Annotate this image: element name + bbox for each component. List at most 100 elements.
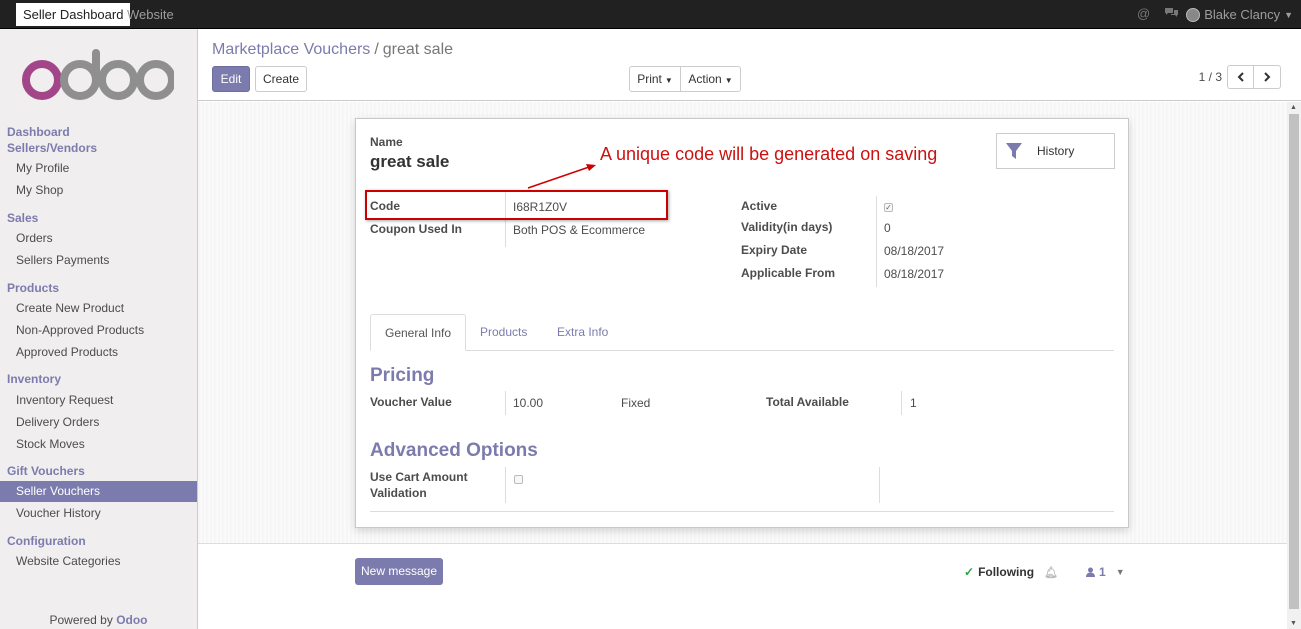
cart-validation-label-line2: Validation <box>370 486 427 500</box>
sidebar-item-seller-vouchers[interactable]: Seller Vouchers <box>0 481 197 502</box>
validity-field[interactable]: 0 <box>884 221 891 235</box>
app-website[interactable]: Website <box>120 3 181 26</box>
sidebar-item-sellers-payments[interactable]: Sellers Payments <box>0 250 197 271</box>
notebook-tabs: General Info Products Extra Info <box>370 314 1114 351</box>
scroll-down-icon[interactable]: ▼ <box>1290 620 1297 627</box>
action-dropdown[interactable]: Action ▼ <box>680 66 741 92</box>
sidebar-heading-sellers[interactable]: Sellers/Vendors <box>7 141 97 155</box>
breadcrumb: Marketplace Vouchers / great sale <box>212 41 453 59</box>
sidebar-item-orders[interactable]: Orders <box>0 228 197 249</box>
user-icon <box>1086 567 1095 577</box>
coupon-used-field[interactable]: Both POS & Ecommerce <box>513 223 645 237</box>
tab-general-info[interactable]: General Info <box>370 314 467 351</box>
bell-icon[interactable]: 🔔︎ <box>1044 566 1058 579</box>
sidebar-heading-sales[interactable]: Sales <box>7 211 38 225</box>
applicable-from-label: Applicable From <box>741 266 836 280</box>
voucher-value-field[interactable]: 10.00 <box>513 396 543 410</box>
field-divider <box>901 391 902 415</box>
pager-previous-button[interactable] <box>1227 65 1254 89</box>
sidebar-heading-configuration[interactable]: Configuration <box>7 534 86 548</box>
code-highlight-box <box>365 190 668 220</box>
history-button[interactable]: History <box>996 133 1115 169</box>
cart-validation-label-line1: Use Cart Amount <box>370 470 468 484</box>
sidebar-item-my-profile[interactable]: My Profile <box>0 158 197 179</box>
name-label: Name <box>370 135 403 149</box>
user-name: Blake Clancy <box>1204 7 1281 22</box>
followers-count: 1 <box>1099 565 1106 579</box>
advanced-options-title: Advanced Options <box>370 440 538 461</box>
form-sheet: Name great sale History Code I68R1Z0V Co… <box>355 118 1129 528</box>
edit-button[interactable]: Edit <box>212 66 250 92</box>
total-available-label: Total Available <box>766 395 849 409</box>
new-message-button[interactable]: New message <box>355 558 443 585</box>
powered-by-text: Powered by <box>49 613 113 627</box>
check-icon: ✓ <box>964 565 975 579</box>
sidebar-item-delivery-orders[interactable]: Delivery Orders <box>0 412 197 433</box>
sidebar-heading-dashboard[interactable]: Dashboard <box>7 125 70 139</box>
following-label: Following <box>978 565 1035 579</box>
field-divider <box>876 196 877 287</box>
history-label: History <box>1037 144 1075 158</box>
print-dropdown[interactable]: Print ▼ <box>629 66 681 92</box>
filter-icon <box>1006 143 1022 159</box>
expiry-date-field[interactable]: 08/18/2017 <box>884 244 944 258</box>
field-divider <box>505 467 506 503</box>
sidebar-heading-inventory[interactable]: Inventory <box>7 372 61 386</box>
breadcrumb-parent-link[interactable]: Marketplace Vouchers <box>212 41 370 58</box>
annotation-arrow-icon <box>527 164 596 189</box>
chevron-down-icon: ▼ <box>1284 9 1293 20</box>
sidebar-item-non-approved-products[interactable]: Non-Approved Products <box>0 320 197 341</box>
voucher-value-label: Voucher Value <box>370 395 452 409</box>
sidebar-item-stock-moves[interactable]: Stock Moves <box>0 434 197 455</box>
odoo-logo[interactable] <box>22 45 174 103</box>
at-icon[interactable]: @ <box>1137 6 1150 21</box>
chevron-left-icon <box>1237 72 1244 82</box>
powered-by-brand-link[interactable]: Odoo <box>116 613 147 627</box>
followers-button[interactable]: 1 ▼ <box>1086 565 1125 579</box>
sidebar-heading-products[interactable]: Products <box>7 281 59 295</box>
following-button[interactable]: ✓ Following 🔔︎ <box>964 565 1058 579</box>
sidebar-heading-gift-vouchers[interactable]: Gift Vouchers <box>7 464 85 478</box>
scroll-up-icon[interactable]: ▲ <box>1290 104 1297 111</box>
create-button[interactable]: Create <box>255 66 307 92</box>
chatter: New message ✓ Following 🔔︎ 1 ▼ <box>198 543 1287 629</box>
scrollbar-thumb[interactable] <box>1289 114 1299 609</box>
annotation-text: A unique code will be generated on savin… <box>600 144 938 164</box>
sidebar-item-website-categories[interactable]: Website Categories <box>0 551 197 572</box>
breadcrumb-separator: / <box>374 41 379 58</box>
active-checkbox[interactable]: ✓ <box>884 203 893 212</box>
sidebar-item-voucher-history[interactable]: Voucher History <box>0 503 197 524</box>
sidebar-item-approved-products[interactable]: Approved Products <box>0 342 197 363</box>
validity-label: Validity(in days) <box>741 220 833 234</box>
voucher-type-field[interactable]: Fixed <box>621 396 650 410</box>
print-label: Print <box>637 72 662 86</box>
user-menu[interactable]: Blake Clancy ▼ <box>1186 7 1293 22</box>
sidebar-item-my-shop[interactable]: My Shop <box>0 180 197 201</box>
applicable-from-field[interactable]: 08/18/2017 <box>884 267 944 281</box>
tab-products[interactable]: Products <box>466 314 541 351</box>
active-label: Active <box>741 199 778 213</box>
chevron-right-icon <box>1264 72 1271 82</box>
pager-value[interactable]: 1 / 3 <box>1199 70 1222 84</box>
action-label: Action <box>688 72 722 86</box>
chat-icon[interactable] <box>1164 6 1179 22</box>
sidebar-item-create-new-product[interactable]: Create New Product <box>0 298 197 319</box>
app-seller-dashboard[interactable]: Seller Dashboard <box>16 3 131 26</box>
control-panel: Marketplace Vouchers / great sale Edit Cre… <box>198 29 1301 101</box>
sheet-bottom-divider <box>370 511 1114 512</box>
sidebar: Dashboard Sellers/Vendors My Profile My … <box>0 29 198 629</box>
expiry-date-label: Expiry Date <box>741 243 808 257</box>
cart-validation-checkbox[interactable] <box>514 475 523 484</box>
total-available-field[interactable]: 1 <box>910 396 917 410</box>
sidebar-item-inventory-request[interactable]: Inventory Request <box>0 390 197 411</box>
voucher-name: great sale <box>370 152 450 171</box>
caret-down-icon: ▼ <box>664 76 673 85</box>
pager-next-button[interactable] <box>1254 65 1281 89</box>
chevron-down-icon: ▼ <box>1115 567 1125 577</box>
powered-by: Powered by Odoo <box>0 613 197 627</box>
avatar <box>1186 7 1201 22</box>
scrollbar[interactable]: ▲ ▼ <box>1287 102 1301 629</box>
tab-extra-info[interactable]: Extra Info <box>543 314 622 351</box>
top-navbar: Seller Dashboard Website @ Blake Clancy … <box>0 0 1301 29</box>
coupon-used-label: Coupon Used In <box>370 222 462 236</box>
